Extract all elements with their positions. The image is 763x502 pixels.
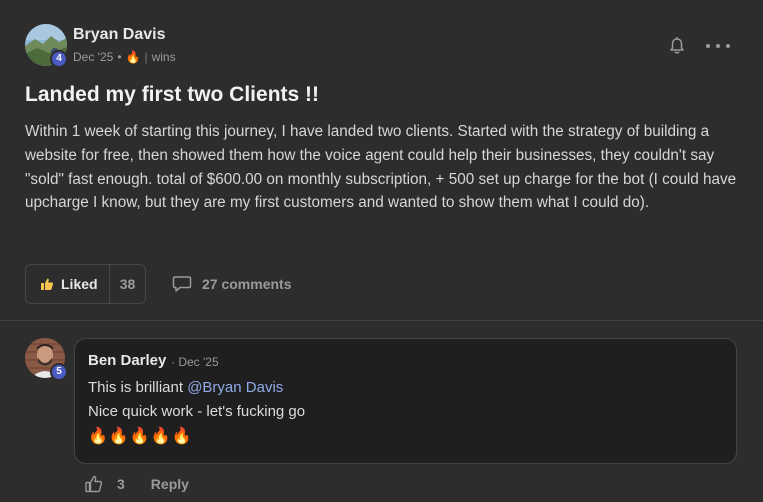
post-body: Within 1 week of starting this journey, …	[25, 123, 737, 212]
comment-like-icon[interactable]	[84, 474, 104, 494]
commenter-name[interactable]: Ben Darley	[88, 352, 166, 369]
post-category[interactable]: wins	[152, 50, 176, 64]
comment-emojis: 🔥🔥🔥🔥🔥	[88, 428, 193, 445]
commenter-level-badge: 5	[50, 363, 68, 381]
level-badge: 4	[50, 50, 68, 68]
meta-pipe: |	[144, 50, 148, 64]
post-card: 4 Bryan Davis Dec '25 • 🔥 | wins Landed …	[0, 0, 763, 321]
liked-label: Liked	[61, 276, 98, 292]
comments-link[interactable]: 27 comments	[172, 275, 291, 293]
comment-text: This is brilliant	[88, 379, 188, 396]
mention-link[interactable]: @Bryan Davis	[187, 379, 283, 396]
comment-bubble: Ben Darley · Dec '25 This is brilliant @…	[74, 338, 737, 464]
comment-line-2: Nice quick work - let's fucking go	[88, 403, 306, 420]
author-avatar[interactable]: 4	[25, 24, 68, 68]
comment-like-count[interactable]: 3	[117, 476, 125, 492]
commenter-avatar[interactable]: 5	[25, 338, 68, 381]
comment-line-1: This is brilliant @Bryan Davis	[88, 379, 283, 396]
post-date: Dec '25	[73, 50, 114, 64]
reply-button[interactable]: Reply	[151, 476, 189, 492]
comments-count-label: 27 comments	[202, 276, 292, 292]
liked-toggle[interactable]: Liked	[26, 265, 110, 303]
thumbs-up-icon	[41, 278, 54, 290]
comment-actions: 3 Reply	[84, 474, 189, 494]
post-title: Landed my first two Clients !!	[25, 83, 320, 106]
meta-dot: •	[117, 50, 122, 64]
like-count[interactable]: 38	[110, 276, 145, 292]
comment-icon	[172, 276, 192, 292]
streak-emoji: 🔥	[125, 50, 141, 64]
like-button[interactable]: Liked 38	[25, 264, 146, 304]
more-options-icon[interactable]	[706, 36, 730, 56]
post-meta: Dec '25 • 🔥 | wins	[73, 50, 176, 64]
author-name[interactable]: Bryan Davis	[73, 26, 166, 44]
comment-date: · Dec '25	[171, 355, 219, 369]
bell-icon[interactable]	[667, 36, 687, 56]
